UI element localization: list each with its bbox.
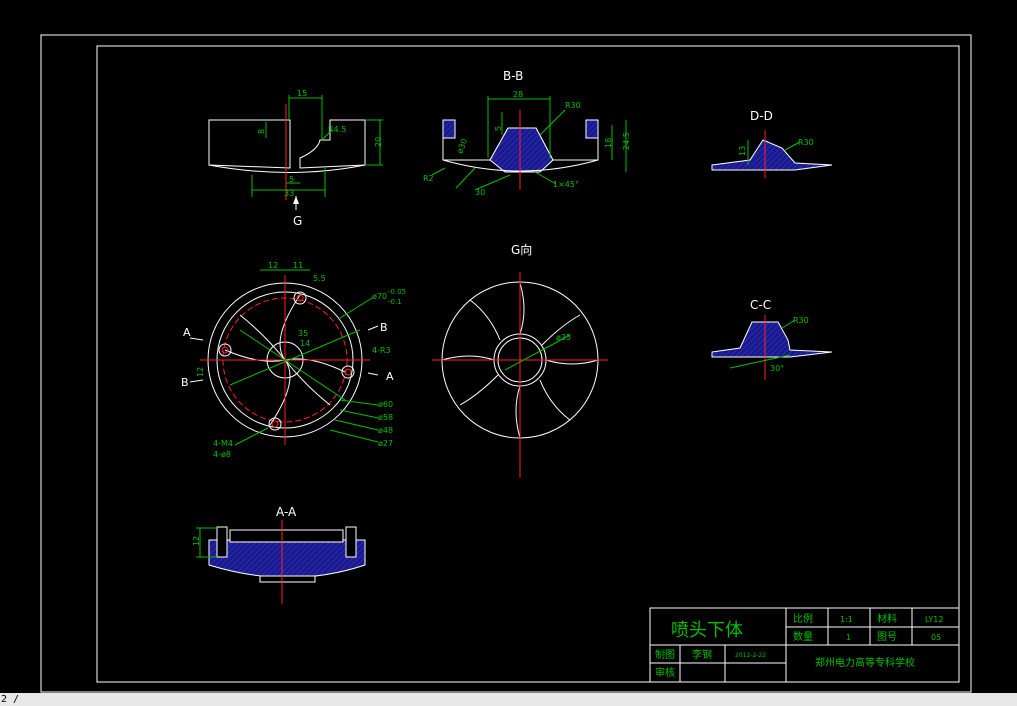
dim-bb-18: 18: [604, 138, 613, 148]
dim-dd-13: 13: [738, 146, 747, 156]
g-arrow-label: G: [293, 214, 302, 228]
dim-plan-12b: 12: [196, 367, 205, 377]
dim-plan-phi60: ø60: [378, 400, 393, 409]
dim-bb-phi: ø30: [455, 138, 469, 155]
dim-plan-4r3: 4-R3: [372, 346, 391, 355]
dim-plan-11: 11: [293, 261, 303, 270]
school-name: 郑州电力高等专科学校: [815, 656, 915, 669]
g-view-title: G向: [511, 242, 532, 257]
dim-plan-tol-dn: -0.1: [388, 298, 402, 306]
dim-plan-14: 14: [300, 339, 310, 348]
dim-bb-chamfer: 1×45°: [553, 180, 579, 189]
dim-plan-phi48: ø48: [378, 426, 393, 435]
scale-label: 比例: [793, 612, 813, 625]
dim-bb-5: 5: [494, 126, 503, 131]
label-plan-b: B: [380, 321, 388, 334]
front-view: [208, 95, 383, 210]
dim-plan-phi27: ø27: [378, 439, 393, 448]
scale-value: 1:1: [840, 615, 853, 624]
qty-value: 1: [846, 633, 851, 642]
dim-top-r45: R4.5: [328, 125, 346, 134]
dim-top-20: 20: [374, 137, 383, 147]
qty-label: 数量: [793, 630, 813, 643]
drawing-no-value: 05: [931, 633, 941, 642]
dim-bb-r30: R30: [565, 101, 581, 110]
dim-dd-r30: R30: [798, 138, 814, 147]
dim-plan-4phi8: 4-ø8: [213, 450, 231, 459]
dim-plan-tol-up: -0.05: [388, 288, 406, 296]
status-bar: 2 /: [0, 693, 1017, 706]
g-view: [432, 272, 608, 478]
dim-cc-r30: R30: [793, 316, 809, 325]
dim-plan-55: 5.5: [313, 274, 326, 283]
part-name: 喷头下体: [671, 620, 743, 641]
material-value: LY12: [925, 615, 943, 624]
material-label: 材料: [877, 612, 897, 625]
cad-drawing-canvas: 15 8 R4.5 20 5 33 G B-B 28 R30 5 18 24.5…: [40, 34, 972, 693]
drawn-label: 制图: [655, 648, 675, 661]
status-text: 2 /: [1, 694, 20, 705]
dim-plan-4m4: 4-M4: [213, 439, 233, 448]
dim-top-8: 8: [257, 129, 266, 134]
dim-top-5: 5: [289, 175, 294, 184]
dim-cc-30: 30°: [770, 364, 784, 373]
dd-title: D-D: [750, 109, 773, 123]
aa-section: [196, 520, 366, 604]
cc-title: C-C: [750, 298, 771, 312]
dim-plan-12: 12: [268, 261, 278, 270]
dim-plan-phi58: ø58: [378, 413, 393, 422]
dim-plan-phi70: ø70: [372, 292, 387, 301]
label-plan-a2: A: [386, 370, 394, 383]
dim-top-15: 15: [297, 89, 307, 98]
drawing-no-label: 图号: [877, 631, 897, 643]
dim-aa-12: 12: [192, 536, 201, 546]
dim-bb-28: 28: [513, 90, 523, 99]
dim-bb-30: 30: [475, 188, 485, 197]
dim-g-phi25: ø25: [556, 333, 571, 342]
checked-label: 审核: [655, 666, 675, 679]
dim-bb-245: 24.5: [622, 132, 631, 150]
dim-plan-35: 35: [298, 329, 308, 338]
label-plan-b2: B: [181, 376, 189, 389]
aa-title: A-A: [276, 505, 297, 519]
dim-top-33: 33: [284, 189, 294, 198]
label-plan-a: A: [183, 326, 191, 339]
dd-section: [711, 130, 833, 178]
dim-bb-r2: R2: [423, 174, 434, 183]
drawn-name: 李钢: [692, 648, 712, 661]
bb-title: B-B: [503, 69, 523, 83]
drawn-date: 2012-2-22: [735, 652, 766, 659]
plan-view: [189, 269, 379, 446]
